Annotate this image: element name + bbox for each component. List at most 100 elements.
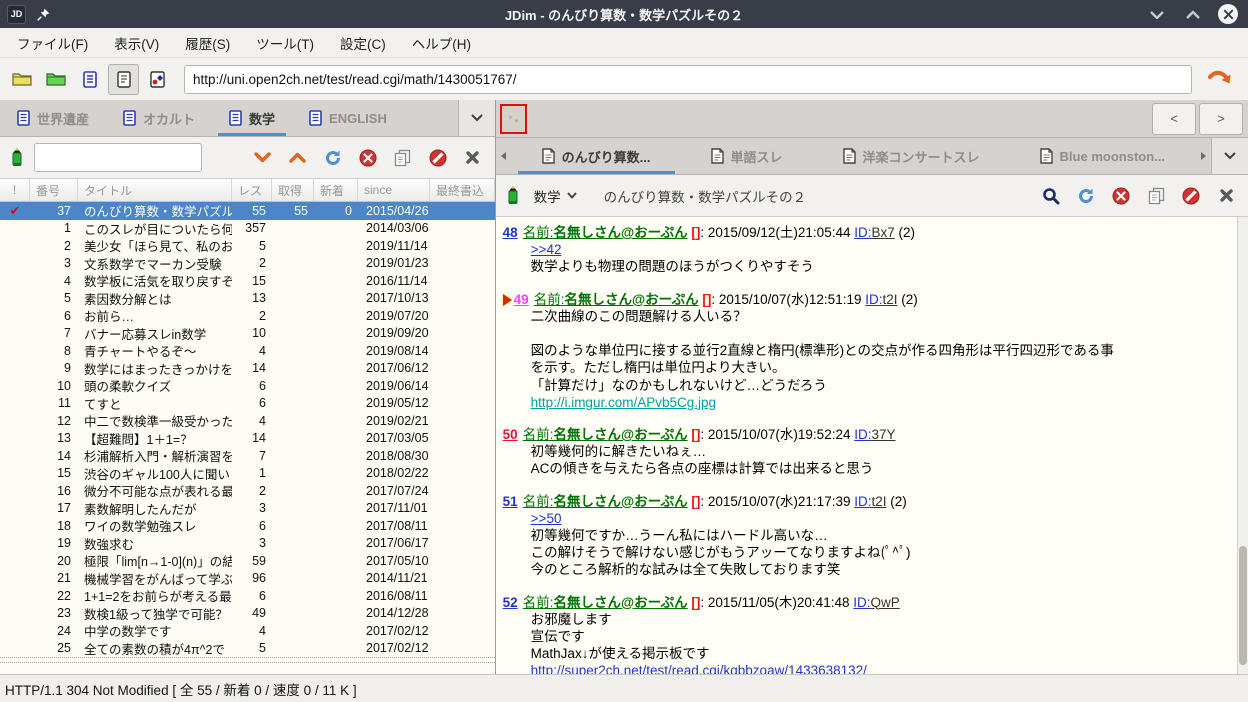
poster-name[interactable]: 名無しさん@おーぷん <box>553 494 687 509</box>
col-number[interactable]: 番号 <box>30 179 78 201</box>
col-title[interactable]: タイトル <box>78 179 232 201</box>
vertical-scrollbar[interactable] <box>1237 217 1248 674</box>
thread-row[interactable]: 1 このスレが目についたら何か 357 2014/03/06 <box>0 220 495 238</box>
menu-item[interactable]: 表示(V) <box>101 28 172 57</box>
write-pencil-icon[interactable] <box>9 147 25 169</box>
col-new[interactable]: 新着 <box>314 179 358 201</box>
reload-button[interactable] <box>1073 183 1099 209</box>
thread-row[interactable]: 3 文系数学でマーカン受験 2 2019/01/23 <box>0 255 495 273</box>
thread-tab-list-button[interactable] <box>1211 138 1248 174</box>
thread-row[interactable]: 6 お前ら… 2 2019/07/20 <box>0 307 495 325</box>
thread-row[interactable]: 24 中学の数学です 4 2017/02/12 <box>0 622 495 640</box>
minimize-button[interactable] <box>1146 3 1168 25</box>
reload-button[interactable] <box>320 145 346 171</box>
thread-row[interactable]: 10 頭の柔軟クイズ 6 2019/06/14 <box>0 377 495 395</box>
poster-name[interactable]: 名無しさん@おーぷん <box>553 427 687 442</box>
post-number-link[interactable]: 50 <box>503 427 518 442</box>
thread-tab[interactable]: 洋楽コンサートスレ <box>813 138 1010 174</box>
thread-row[interactable]: 17 素数解明したんだが 3 2017/11/01 <box>0 500 495 518</box>
search-button[interactable] <box>1038 183 1064 209</box>
menu-item[interactable]: ファイル(F) <box>4 28 101 57</box>
boardlist-view-button[interactable] <box>74 64 105 95</box>
pin-icon[interactable] <box>36 7 51 22</box>
thread-row[interactable]: 7 バナー応募スレin数学 10 2019/09/20 <box>0 325 495 343</box>
stop-button[interactable] <box>1108 183 1134 209</box>
thread-row[interactable]: 22 1+1=2をお前らが考える最も 6 2016/08/11 <box>0 587 495 605</box>
post-number-link[interactable]: 51 <box>503 494 518 509</box>
poster-name[interactable]: 名無しさん@おーぷん <box>564 292 698 307</box>
favorite-folder-button[interactable] <box>40 64 71 95</box>
thread-row[interactable]: 8 青チャートやるぞ〜 4 2019/08/14 <box>0 342 495 360</box>
thread-row[interactable]: 2 美少女「ほら見て、私のおま 5 2019/11/14 <box>0 237 495 255</box>
url-go-button[interactable] <box>1202 62 1236 96</box>
board-select-dropdown[interactable]: 数学 <box>530 186 581 206</box>
poster-name[interactable]: 名無しさん@おーぷん <box>553 225 687 240</box>
poster-id-link[interactable]: ID:Bx7 <box>854 225 895 240</box>
col-lastwrite[interactable]: 最終書込 <box>430 179 495 201</box>
thread-row[interactable]: 14 杉浦解析入門・解析演習を 7 2018/08/30 <box>0 447 495 465</box>
thread-row[interactable]: ✔ 37 のんびり算数・数学パズルそ 55 55 0 2015/04/26 <box>0 202 495 220</box>
col-mark[interactable]: ! <box>0 179 30 201</box>
thread-row[interactable]: 15 渋谷のギャル100人に聞い 1 2018/02/22 <box>0 465 495 483</box>
thread-row[interactable]: 13 【超難問】1＋1=？ 14 2017/03/05 <box>0 430 495 448</box>
thread-row[interactable]: 16 微分不可能な点が表れる最 2 2017/07/24 <box>0 482 495 500</box>
thread-row[interactable]: 4 数学板に活気を取り戻すぞ 15 2016/11/14 <box>0 272 495 290</box>
board-tab[interactable]: 世界遺産 <box>0 100 106 136</box>
search-down-button[interactable] <box>250 145 276 171</box>
thread-row[interactable]: 25 全ての素数の積が4π^2で 5 2017/02/12 <box>0 640 495 658</box>
col-got[interactable]: 取得 <box>272 179 314 201</box>
threadlist-search-input[interactable] <box>34 143 202 172</box>
menu-item[interactable]: ヘルプ(H) <box>399 28 484 57</box>
thread-row[interactable]: 5 素因数分解とは 13 2017/10/13 <box>0 290 495 308</box>
thread-tab[interactable]: のんびり算数... <box>512 138 681 174</box>
prev-view-button[interactable]: < <box>1152 102 1196 135</box>
menu-item[interactable]: ツール(T) <box>243 28 327 57</box>
poster-id-link[interactable]: ID:37Y <box>854 427 895 442</box>
tab-scroll-left-button[interactable] <box>496 138 512 174</box>
maximize-button[interactable] <box>1182 3 1204 25</box>
thread-row[interactable]: 19 数強求む 3 2017/06/17 <box>0 535 495 553</box>
tab-scroll-right-button[interactable] <box>1195 138 1211 174</box>
thread-view-button[interactable] <box>108 63 139 95</box>
menu-item[interactable]: 履歴(S) <box>172 28 243 57</box>
post-number-link[interactable]: 52 <box>503 595 518 610</box>
post-link[interactable]: >>42 <box>531 242 562 257</box>
poster-id-link[interactable]: ID:QwP <box>853 595 900 610</box>
thread-row[interactable]: 11 てすと 6 2019/05/12 <box>0 395 495 413</box>
delete-button[interactable] <box>1178 183 1204 209</box>
thread-row[interactable]: 20 極限「lim[n→1-0](n)」の結果 59 2017/05/10 <box>0 552 495 570</box>
threadlist-header[interactable]: ! 番号 タイトル レス 取得 新着 since 最終書込 <box>0 179 495 202</box>
write-pencil-icon[interactable] <box>505 185 521 207</box>
post-number-link[interactable]: 49 <box>514 292 529 307</box>
post-number-link[interactable]: 48 <box>503 225 518 240</box>
thread-row[interactable]: 23 数検1級って独学で可能？ 49 2014/12/28 <box>0 605 495 623</box>
post-link[interactable]: http://super2ch.net/test/read.cgi/kqbbzo… <box>531 663 867 674</box>
thread-tab[interactable]: Blue moonston... <box>1010 138 1195 174</box>
search-up-button[interactable] <box>285 145 311 171</box>
next-view-button[interactable]: > <box>1199 102 1243 135</box>
board-tab[interactable]: ENGLISH <box>292 100 404 136</box>
close-panel-button[interactable] <box>460 145 486 171</box>
poster-id-link[interactable]: ID:t2I <box>865 292 897 307</box>
close-panel-button[interactable] <box>1213 183 1239 209</box>
board-tab-list-button[interactable] <box>457 100 495 136</box>
col-res[interactable]: レス <box>232 179 272 201</box>
board-tab[interactable]: オカルト <box>106 100 212 136</box>
image-thumbnail-tab[interactable] <box>499 103 527 134</box>
poster-name[interactable]: 名無しさん@おーぷん <box>553 595 687 610</box>
copy-button[interactable] <box>1143 183 1169 209</box>
thread-row[interactable]: 18 ワイの数学勉強スレ 6 2017/08/11 <box>0 517 495 535</box>
poster-id-link[interactable]: ID:t2I <box>854 494 886 509</box>
image-view-button[interactable] <box>142 64 173 95</box>
copy-button[interactable] <box>390 145 416 171</box>
thread-row[interactable]: 12 中二で数検準一級受かった 4 2019/02/21 <box>0 412 495 430</box>
url-input[interactable] <box>184 64 1192 94</box>
post-link[interactable]: >>50 <box>531 511 562 526</box>
delete-button[interactable] <box>425 145 451 171</box>
stop-button[interactable] <box>355 145 381 171</box>
close-button[interactable] <box>1218 4 1238 24</box>
post-link[interactable]: http://i.imgur.com/APvb5Cg.jpg <box>531 395 716 410</box>
menu-item[interactable]: 設定(C) <box>327 28 399 57</box>
thread-row[interactable]: 21 機械学習をがんばって学ぶ 96 2014/11/21 <box>0 570 495 588</box>
scrollbar-thumb[interactable] <box>1239 546 1247 665</box>
